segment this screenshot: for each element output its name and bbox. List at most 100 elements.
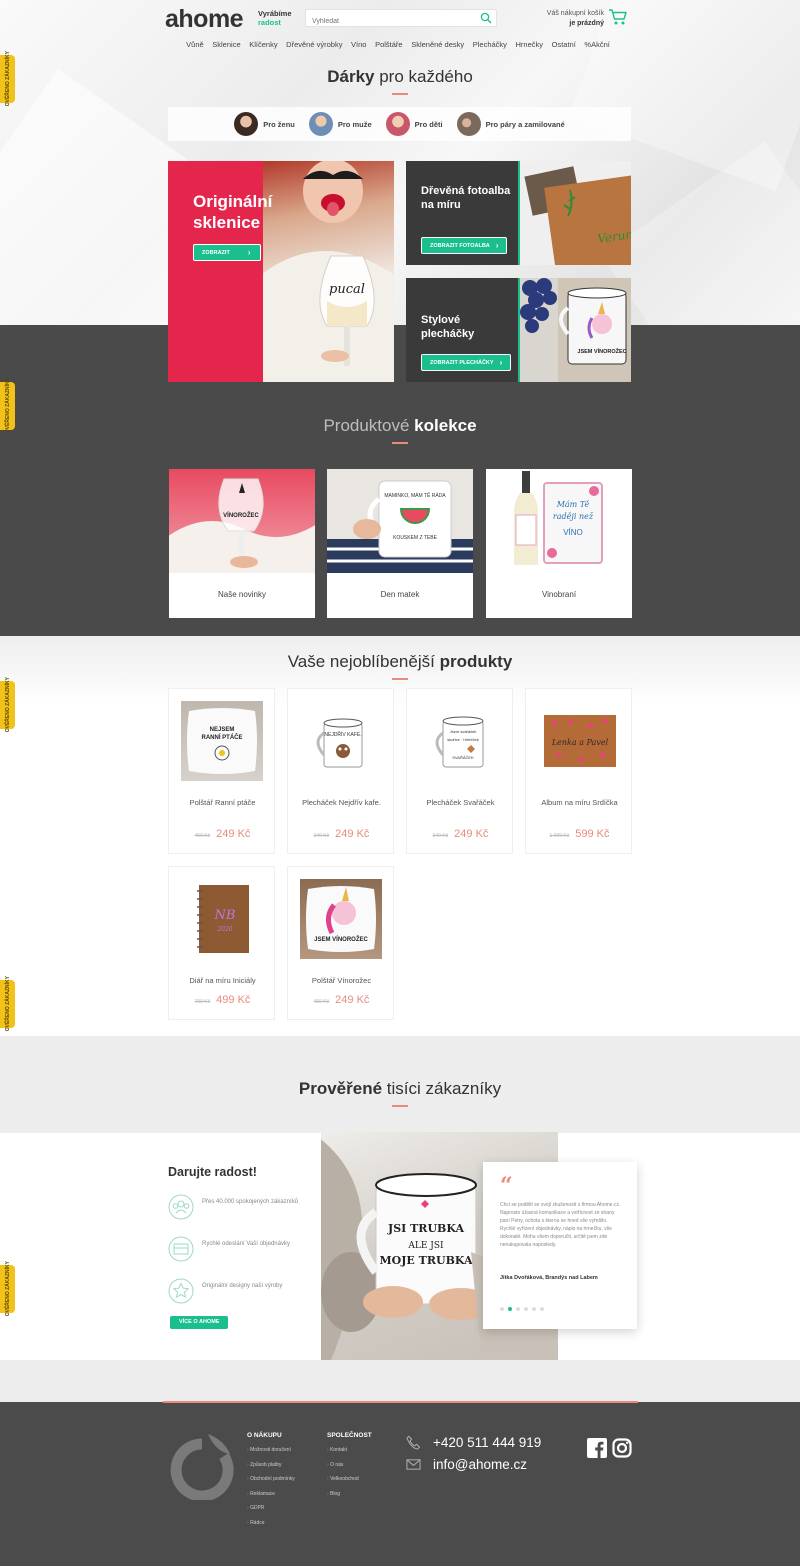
svg-text:JSI TRUBKA: JSI TRUBKA: [387, 1222, 464, 1235]
banner-photo: JSEM VÍNOROŽEC: [518, 278, 631, 382]
nav-item-ostatni[interactable]: Ostatní: [547, 38, 580, 54]
chip-pro-muze[interactable]: Pro muže: [308, 112, 372, 136]
footer-link[interactable]: GDPR: [247, 1501, 295, 1516]
footer-link[interactable]: Velkoobchod: [327, 1472, 372, 1487]
product-price: 349 Kč 249 Kč: [313, 828, 370, 840]
chip-pro-pary[interactable]: Pro páry a zamilované: [456, 112, 565, 136]
carousel-dot[interactable]: [540, 1307, 544, 1311]
footer-link[interactable]: Způsob platby: [247, 1458, 295, 1473]
banner-plechacky[interactable]: Stylové plecháčky ZOBRAZIT PLECHÁČKY › JS…: [406, 278, 631, 382]
banner-photo: pucal: [253, 161, 394, 382]
site-logo[interactable]: ahome: [165, 5, 244, 34]
benefits-heading: Darujte radost!: [168, 1165, 257, 1179]
product-card[interactable]: Lenka a Pavel Album na míru Srdíčka 1 09…: [525, 688, 632, 854]
instagram-icon[interactable]: [612, 1438, 632, 1458]
product-card[interactable]: NB 2020 Diář na míru Iniciály 799 Kč 499 …: [168, 866, 275, 1020]
nav-item-vune[interactable]: Vůně: [182, 38, 208, 54]
footer-email[interactable]: info@ahome.cz: [406, 1457, 527, 1472]
chip-pro-zenu[interactable]: Pro ženu: [234, 112, 295, 136]
gift-category-chips: Pro ženu Pro muže Pro děti Pro páry a za…: [168, 107, 631, 141]
products-title: Vaše nejoblíbenější produkty: [287, 652, 513, 671]
benefit-item: Rychlé odeslání Vaší objednávky: [168, 1236, 308, 1278]
show-fotoalba-button[interactable]: ZOBRAZIT FOTOALBA ›: [421, 237, 508, 254]
search-input[interactable]: [306, 13, 471, 30]
footer-link[interactable]: O nás: [327, 1458, 372, 1473]
svg-text:SVAŘÁČEK: SVAŘÁČEK: [452, 755, 474, 760]
footer-link[interactable]: Kontakt: [327, 1443, 372, 1458]
nav-item-hrnecky[interactable]: Hrnečky: [511, 38, 547, 54]
verified-badge[interactable]: OVĚŘENO ZÁKAZNÍKY: [0, 976, 15, 1032]
footer-col-o-nakupu: O NÁKUPU Možnosti doručení Způsob platby…: [247, 1432, 295, 1530]
title-underline: [392, 93, 408, 95]
footer-link[interactable]: Blog: [327, 1487, 372, 1502]
svg-text:ALE JSI: ALE JSI: [407, 1241, 444, 1251]
product-card[interactable]: Jsem svařáček skořice · hřebíček SVAŘÁČE…: [406, 688, 513, 854]
svg-text:MOJE TRUBKA: MOJE TRUBKA: [379, 1254, 473, 1267]
carousel-dot[interactable]: [524, 1307, 528, 1311]
nav-item-akcni[interactable]: %Akční: [580, 38, 614, 54]
footer-link[interactable]: Obchodní podmínky: [247, 1472, 295, 1487]
footer-logo-icon[interactable]: [168, 1430, 236, 1500]
verified-badge[interactable]: OVĚŘENO ZÁKAZNÍKY: [0, 677, 15, 733]
footer-col-spolecnost: SPOLEČNOST Kontakt O nás Velkoobchod Blo…: [327, 1432, 372, 1501]
facebook-icon[interactable]: [587, 1438, 607, 1458]
footer-phone[interactable]: +420 511 444 919: [406, 1435, 541, 1450]
chip-pro-deti[interactable]: Pro děti: [385, 112, 443, 136]
search-icon[interactable]: [480, 12, 492, 24]
collection-card-vinobrani[interactable]: Mám Tě raději než VÍNO Vinobraní: [486, 469, 632, 618]
show-sklenice-button[interactable]: ZOBRAZIT ›: [193, 244, 261, 261]
shopping-cart-icon[interactable]: [608, 7, 628, 27]
banner-fotoalba[interactable]: Dřevěná fotoalba na míru ZOBRAZIT FOTOAL…: [406, 161, 631, 265]
benefit-item: Přes 40.000 spokojených zákazníků: [168, 1194, 308, 1236]
footer-link[interactable]: Reklamace: [247, 1487, 295, 1502]
footer-link[interactable]: Rádce: [247, 1516, 295, 1531]
title-underline: [392, 442, 408, 444]
nav-item-drevene-vyrobky[interactable]: Dřevěné výrobky: [282, 38, 347, 54]
footer-link[interactable]: Možnosti doručení: [247, 1443, 295, 1458]
nav-item-klicenky[interactable]: Klíčenky: [245, 38, 282, 54]
verified-badge[interactable]: OVĚŘENO ZÁKAZNÍKY: [0, 1261, 15, 1317]
star-icon: [168, 1278, 194, 1304]
svg-text:VÍNOROŽEC: VÍNOROŽEC: [223, 511, 259, 519]
customers-icon: [168, 1194, 194, 1220]
phone-icon: [406, 1435, 421, 1450]
site-header: ahome Vyrábíme radost Váš nákupní košík …: [165, 4, 635, 34]
chevron-right-icon: ›: [499, 358, 503, 367]
product-card[interactable]: NEJSEM RANNÍ PTÁČE Polštář Ranní ptáče 4…: [168, 688, 275, 854]
delivery-box-icon: [168, 1236, 194, 1262]
product-image: Lenka a Pavel: [538, 701, 620, 781]
carousel-dot[interactable]: [532, 1307, 536, 1311]
show-plechacky-button[interactable]: ZOBRAZIT PLECHÁČKY ›: [421, 354, 512, 371]
product-card[interactable]: NEJDŘÍV KAFE. Plecháček Nejdřív kafe. 34…: [287, 688, 394, 854]
nav-item-sklenice[interactable]: Sklenice: [208, 38, 245, 54]
svg-text:VÍNO: VÍNO: [563, 528, 583, 537]
avatar: [456, 112, 481, 136]
cart-status[interactable]: Váš nákupní košík je prázdný: [542, 9, 604, 29]
search-box: [305, 9, 497, 30]
product-image: NEJSEM RANNÍ PTÁČE: [181, 701, 263, 781]
main-nav: Vůně Sklenice Klíčenky Dřevěné výrobky V…: [165, 38, 631, 54]
chevron-right-icon: ›: [247, 248, 251, 257]
banner-sklenice[interactable]: pucal Originální sklenice ZOBRAZIT ›: [168, 161, 394, 382]
nav-item-polstare[interactable]: Polštáře: [371, 38, 407, 54]
collection-card-den-matek[interactable]: MAMINKO, MÁM TĚ RÁDA KOUSKEM Z TEBE Den …: [327, 469, 473, 618]
svg-text:RANNÍ PTÁČE: RANNÍ PTÁČE: [201, 733, 242, 741]
avatar: [234, 112, 259, 136]
carousel-dot[interactable]: [516, 1307, 520, 1311]
banner-photo: Verunce: [518, 161, 631, 265]
collection-card-novinky[interactable]: VÍNOROŽEC Naše novinky: [164, 469, 324, 618]
nav-item-vino[interactable]: Víno: [347, 38, 371, 54]
svg-text:2020: 2020: [216, 926, 232, 933]
svg-text:Mám Tě: Mám Tě: [556, 500, 590, 509]
products-background: [0, 636, 800, 1036]
chevron-right-icon: ›: [495, 241, 499, 250]
product-card[interactable]: JSEM VÍNOROŽEC Polštář Vínorožec 459 Kč 2…: [287, 866, 394, 1020]
testimonial-card: “ Chci se podělit se svojí zkušeností s …: [483, 1162, 637, 1329]
nav-item-sklenene-desky[interactable]: Skleněné desky: [407, 38, 469, 54]
benefit-item: Originální designy naší výroby: [168, 1278, 308, 1320]
carousel-dot[interactable]: [500, 1307, 504, 1311]
nav-item-plechacky[interactable]: Plecháčky: [468, 38, 511, 54]
svg-text:NEJSEM: NEJSEM: [210, 727, 235, 733]
about-ahome-button[interactable]: VÍCE O AHOME: [170, 1316, 229, 1329]
carousel-dot-active[interactable]: [508, 1307, 512, 1311]
